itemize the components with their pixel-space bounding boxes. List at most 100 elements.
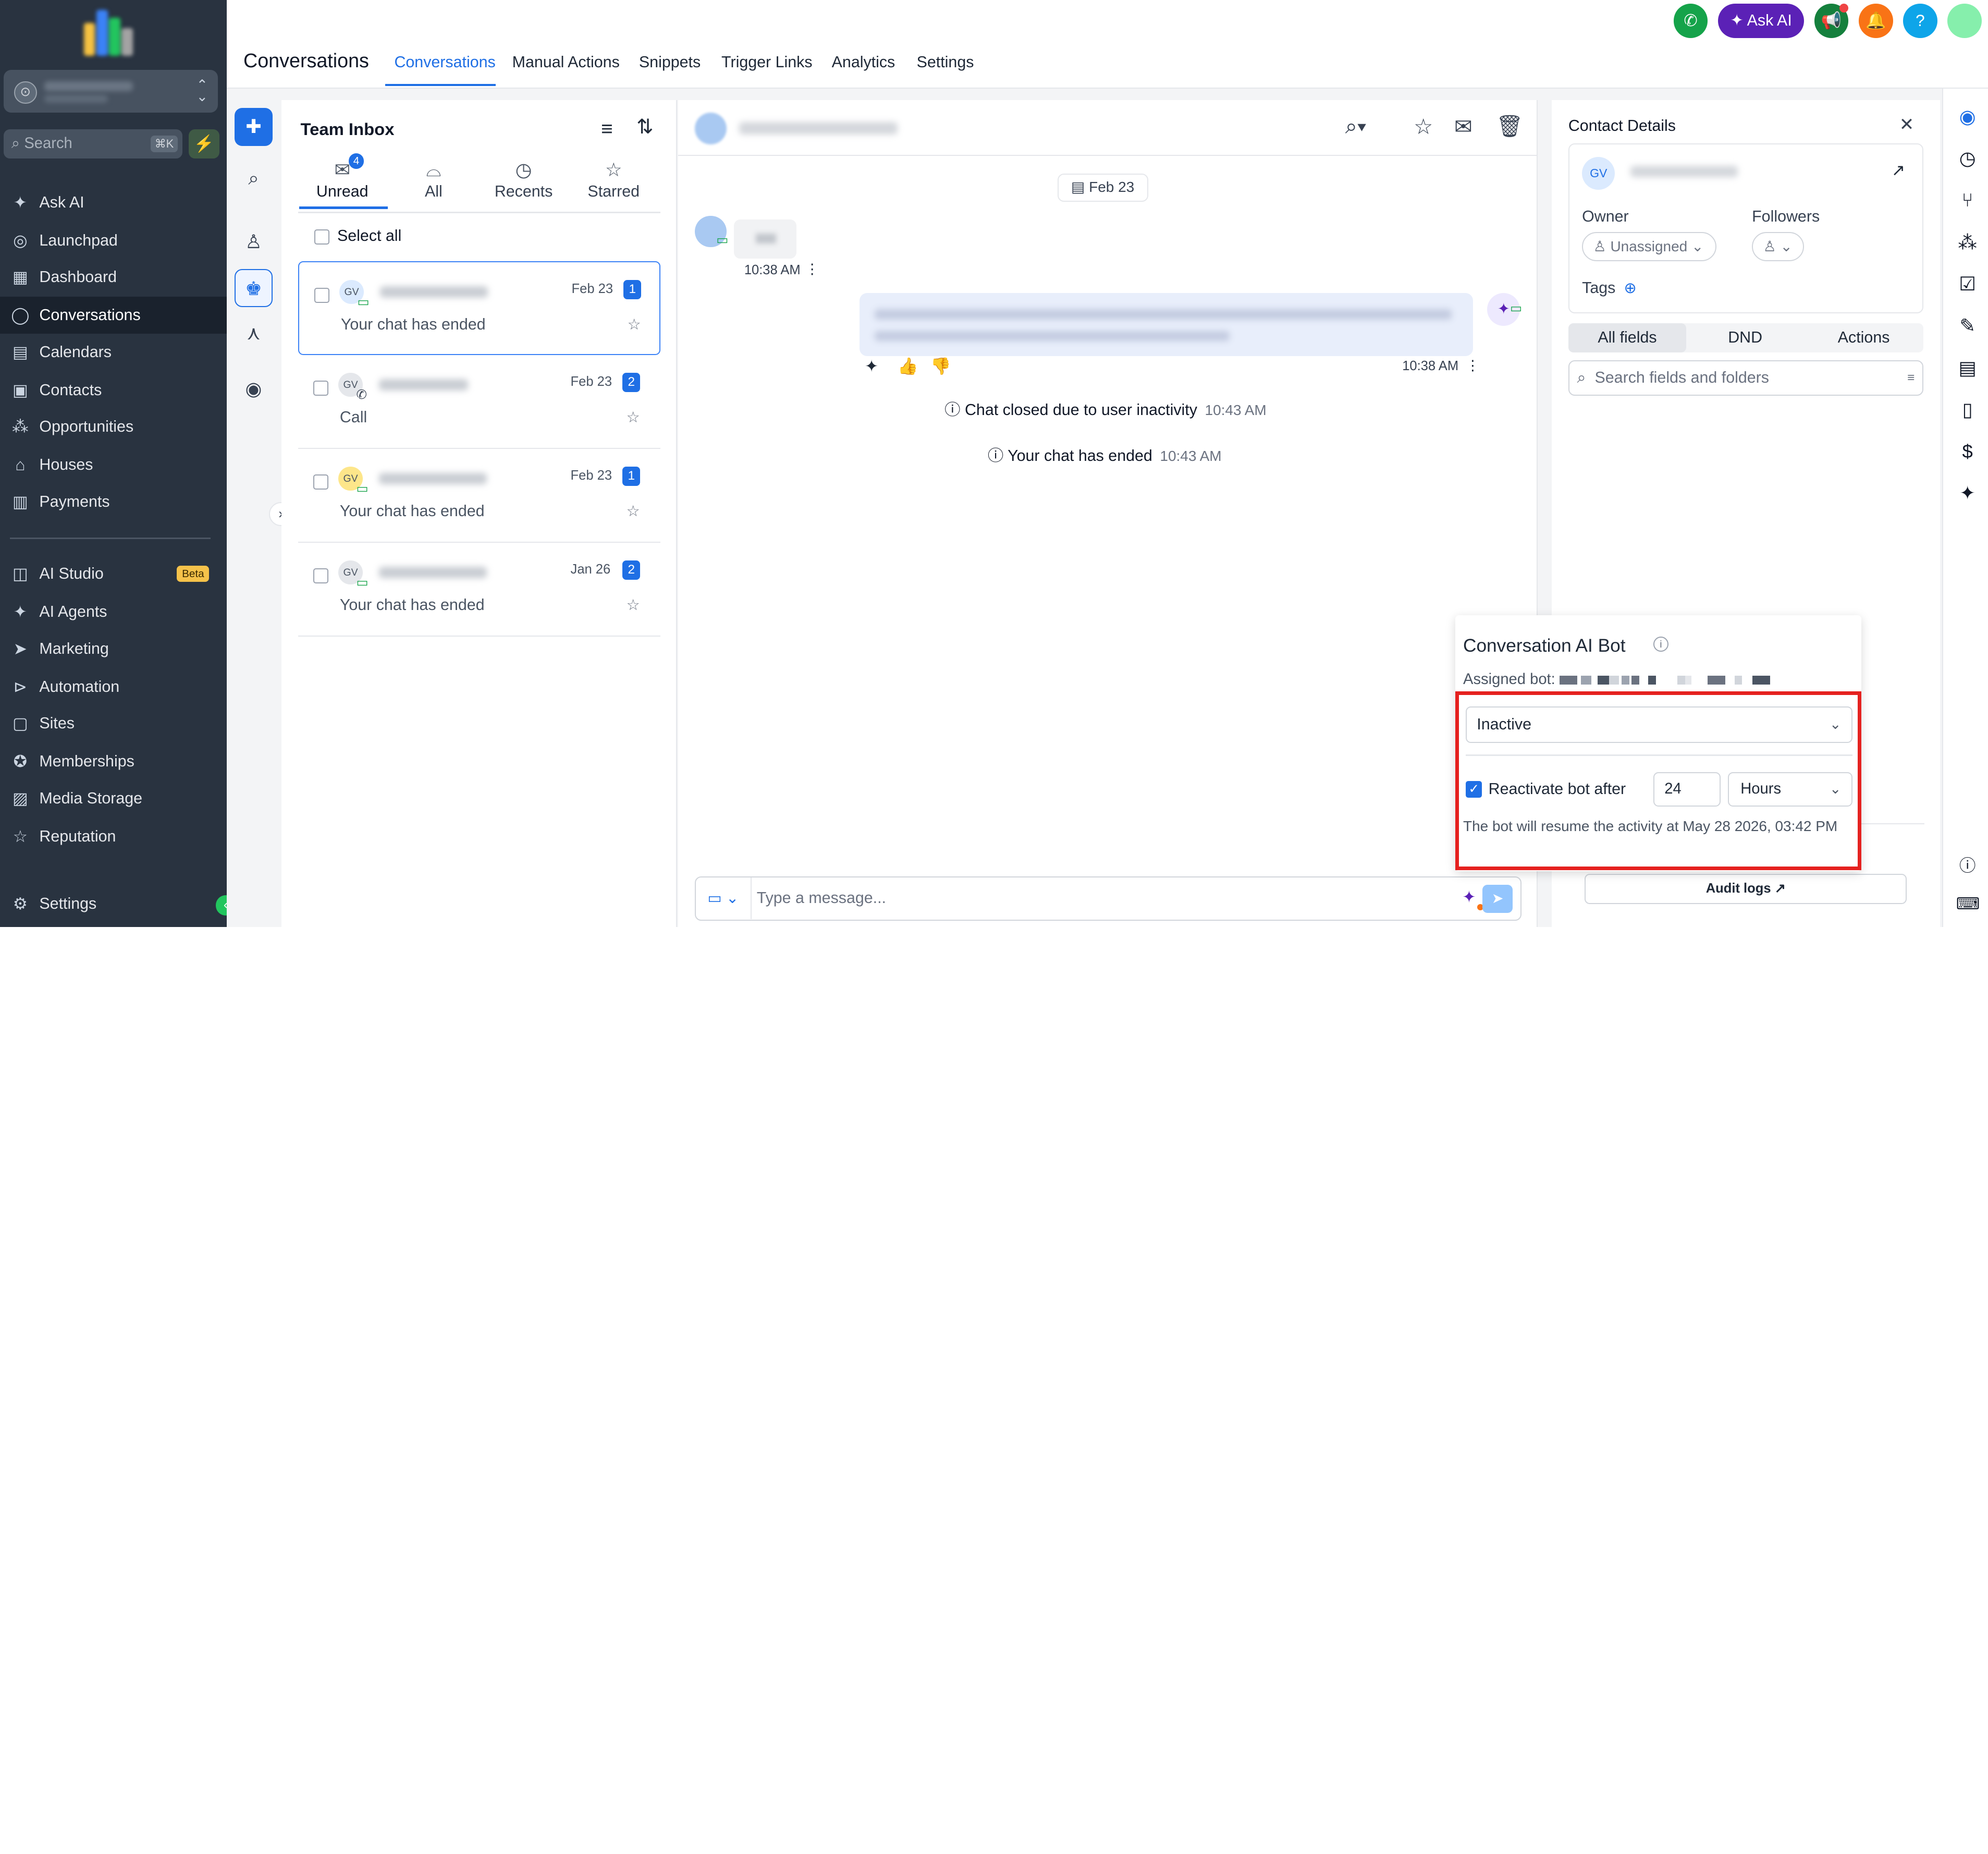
bot-status-select[interactable]: Inactive ⌄ bbox=[1465, 706, 1852, 743]
nav-label: Memberships bbox=[39, 752, 134, 771]
nav-launchpad[interactable]: ◎ Launchpad bbox=[0, 222, 227, 259]
history-icon[interactable]: ◷ bbox=[1956, 147, 1979, 170]
tab-dnd[interactable]: DND bbox=[1686, 323, 1804, 352]
account-switcher[interactable]: ⊙ ⌃ ⌄ bbox=[4, 69, 218, 113]
nav-conversations[interactable]: ◯ Conversations bbox=[0, 297, 227, 334]
tab-manual-actions[interactable]: Manual Actions bbox=[512, 53, 620, 71]
pen-icon[interactable]: ✎ bbox=[1956, 314, 1979, 337]
add-tag-icon[interactable]: ⊕ bbox=[1624, 279, 1636, 297]
fields-search-input[interactable]: ⌕ Search fields and folders ≡ bbox=[1568, 360, 1923, 396]
tab-snippets[interactable]: Snippets bbox=[639, 53, 701, 71]
tab-conversations[interactable]: Conversations bbox=[394, 53, 495, 71]
conversation-item[interactable]: GV ▭ Feb 23 1 Your chat has ended ☆ bbox=[298, 261, 661, 356]
nav-contacts[interactable]: ▣ Contacts bbox=[0, 372, 227, 409]
new-conversation-button[interactable]: ✚ bbox=[234, 107, 273, 146]
rail-workflow-button[interactable]: ⋏ bbox=[235, 314, 273, 352]
inbox-tab-recents[interactable]: ◷ Recents bbox=[479, 157, 568, 201]
reactivate-checkbox[interactable]: ✓ bbox=[1465, 781, 1482, 798]
nav-settings[interactable]: ⚙ Settings bbox=[0, 885, 227, 922]
rail-search-button[interactable]: ⌕ bbox=[235, 160, 273, 198]
star-icon[interactable]: ☆ bbox=[1414, 114, 1433, 139]
followers-select[interactable]: ♙ ⌄ bbox=[1752, 231, 1804, 261]
nav-ai-studio[interactable]: ◫ AI Studio Beta bbox=[0, 555, 227, 592]
message-input[interactable]: Type a message... bbox=[757, 889, 886, 907]
inbox-tab-starred[interactable]: ☆ Starred bbox=[569, 157, 658, 201]
info-icon[interactable]: i bbox=[1653, 637, 1669, 652]
rail-my-inbox-button[interactable]: ♙ bbox=[235, 223, 273, 261]
nav-marketing[interactable]: ➤ Marketing bbox=[0, 630, 227, 667]
channel-selector[interactable]: ▭ ⌄ bbox=[696, 877, 752, 920]
tab-all-fields[interactable]: All fields bbox=[1568, 323, 1687, 353]
thumbs-down-icon[interactable]: 👎 bbox=[930, 357, 951, 376]
conversation-checkbox[interactable] bbox=[313, 568, 328, 583]
conversation-item[interactable]: GV ▭ Feb 23 1 Your chat has ended ☆ bbox=[298, 449, 661, 543]
reactivate-unit-select[interactable]: Hours ⌄ bbox=[1728, 772, 1852, 807]
keyboard-icon[interactable]: ⌨ bbox=[1956, 893, 1980, 916]
conversation-item[interactable]: GV ✆ Feb 23 2 Call ☆ bbox=[298, 355, 661, 449]
owner-select[interactable]: ♙ Unassigned ⌄ bbox=[1582, 231, 1716, 261]
phone-button[interactable]: ✆ bbox=[1673, 4, 1708, 38]
user-avatar[interactable] bbox=[1947, 4, 1982, 38]
tab-settings[interactable]: Settings bbox=[917, 53, 974, 71]
trash-icon[interactable]: 🗑 bbox=[1496, 114, 1524, 139]
help-button[interactable]: ? bbox=[1903, 4, 1937, 38]
sparkle-icon[interactable]: ✦ bbox=[865, 357, 879, 376]
filter-icon[interactable]: ≡ bbox=[601, 118, 613, 141]
conversation-checkbox[interactable] bbox=[313, 474, 328, 490]
tab-analytics[interactable]: Analytics bbox=[832, 53, 895, 71]
conversation-checkbox[interactable] bbox=[313, 380, 328, 396]
select-all-checkbox[interactable] bbox=[314, 229, 330, 245]
reactivate-duration-input[interactable]: 24 bbox=[1653, 772, 1721, 807]
rail-team-inbox-button[interactable]: ♚ bbox=[234, 269, 273, 307]
star-icon[interactable]: ☆ bbox=[628, 315, 641, 334]
info-icon[interactable]: ⓘ bbox=[1956, 855, 1979, 877]
opportunities-icon[interactable]: ⁂ bbox=[1956, 231, 1979, 254]
nav-ask-ai[interactable]: ✦ Ask AI bbox=[0, 184, 227, 221]
contact-icon[interactable]: ◉ bbox=[1956, 105, 1979, 128]
nav-sites[interactable]: ▢ Sites bbox=[0, 705, 227, 742]
tab-trigger-links[interactable]: Trigger Links bbox=[721, 53, 813, 71]
audit-logs-button[interactable]: Audit logs ↗ bbox=[1585, 873, 1907, 905]
calendar-icon[interactable]: ▤ bbox=[1956, 357, 1979, 380]
close-icon[interactable]: ✕ bbox=[1899, 114, 1915, 135]
quick-action-button[interactable]: ⚡ bbox=[189, 129, 219, 159]
inbox-tab-unread[interactable]: ✉ Unread bbox=[298, 157, 387, 201]
star-icon[interactable]: ☆ bbox=[627, 502, 640, 520]
nav-ai-agents[interactable]: ✦ AI Agents bbox=[0, 593, 227, 630]
mail-open-icon[interactable]: ✉ bbox=[1454, 114, 1472, 139]
nav-automation[interactable]: ⊳ Automation bbox=[0, 668, 227, 705]
tab-actions[interactable]: Actions bbox=[1804, 323, 1923, 352]
nav-houses[interactable]: ⌂ Houses bbox=[0, 446, 227, 483]
external-link-icon[interactable]: ↗ bbox=[1892, 161, 1906, 180]
thumbs-up-icon[interactable]: 👍 bbox=[898, 357, 918, 376]
rail-preview-button[interactable]: ◉ bbox=[235, 370, 273, 408]
nav-memberships[interactable]: ✪ Memberships bbox=[0, 743, 227, 780]
conversation-checkbox[interactable] bbox=[314, 287, 329, 303]
tasks-icon[interactable]: ☑ bbox=[1956, 273, 1979, 296]
nav-payments[interactable]: ▥ Payments bbox=[0, 483, 227, 520]
assign-icon[interactable]: ⌕▾ bbox=[1345, 114, 1367, 139]
conversation-item[interactable]: GV ▭ Jan 26 2 Your chat has ended ☆ bbox=[298, 543, 661, 637]
nav-media-storage[interactable]: ▨ Media Storage bbox=[0, 780, 227, 817]
document-icon[interactable]: ▯ bbox=[1956, 398, 1979, 421]
star-icon[interactable]: ☆ bbox=[627, 408, 640, 426]
nav-reputation[interactable]: ☆ Reputation bbox=[0, 818, 227, 855]
sparkle-icon[interactable]: ✦ bbox=[1956, 482, 1979, 505]
workflow-icon[interactable]: ⑂ bbox=[1956, 189, 1979, 212]
contact-name-redacted bbox=[379, 473, 487, 485]
sort-icon[interactable]: ⇅ bbox=[636, 115, 654, 139]
more-icon[interactable]: ⋮ bbox=[805, 261, 819, 277]
nav-calendars[interactable]: ▤ Calendars bbox=[0, 334, 227, 371]
ask-ai-button[interactable]: ✦ Ask AI bbox=[1717, 4, 1805, 38]
more-icon[interactable]: ⋮ bbox=[1466, 358, 1480, 374]
filter-icon[interactable]: ≡ bbox=[1907, 361, 1915, 394]
nav-dashboard[interactable]: ▦ Dashboard bbox=[0, 259, 227, 296]
nav-opportunities[interactable]: ⁂ Opportunities bbox=[0, 408, 227, 445]
ai-bot-button[interactable]: ✦ bbox=[1462, 887, 1476, 907]
sidebar-search[interactable]: ⌕ Search ⌘K bbox=[4, 129, 183, 159]
send-button[interactable]: ➤ bbox=[1482, 885, 1513, 913]
star-icon[interactable]: ☆ bbox=[627, 596, 640, 614]
inbox-tab-all[interactable]: ⌓ All bbox=[389, 157, 478, 201]
dollar-icon[interactable]: $ bbox=[1956, 440, 1979, 463]
notifications-button[interactable]: 🔔 bbox=[1858, 4, 1893, 38]
